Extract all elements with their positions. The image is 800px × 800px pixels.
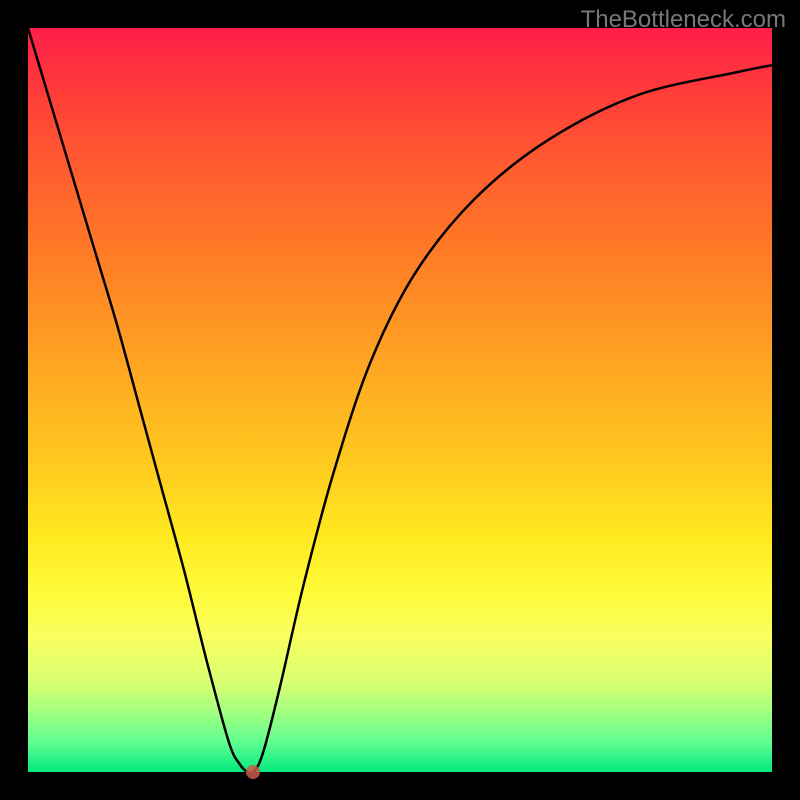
chart-frame: TheBottleneck.com bbox=[0, 0, 800, 800]
plot-area bbox=[28, 28, 772, 772]
optimal-point-marker bbox=[246, 765, 260, 779]
curve-svg bbox=[28, 28, 772, 772]
bottleneck-curve bbox=[28, 28, 772, 772]
